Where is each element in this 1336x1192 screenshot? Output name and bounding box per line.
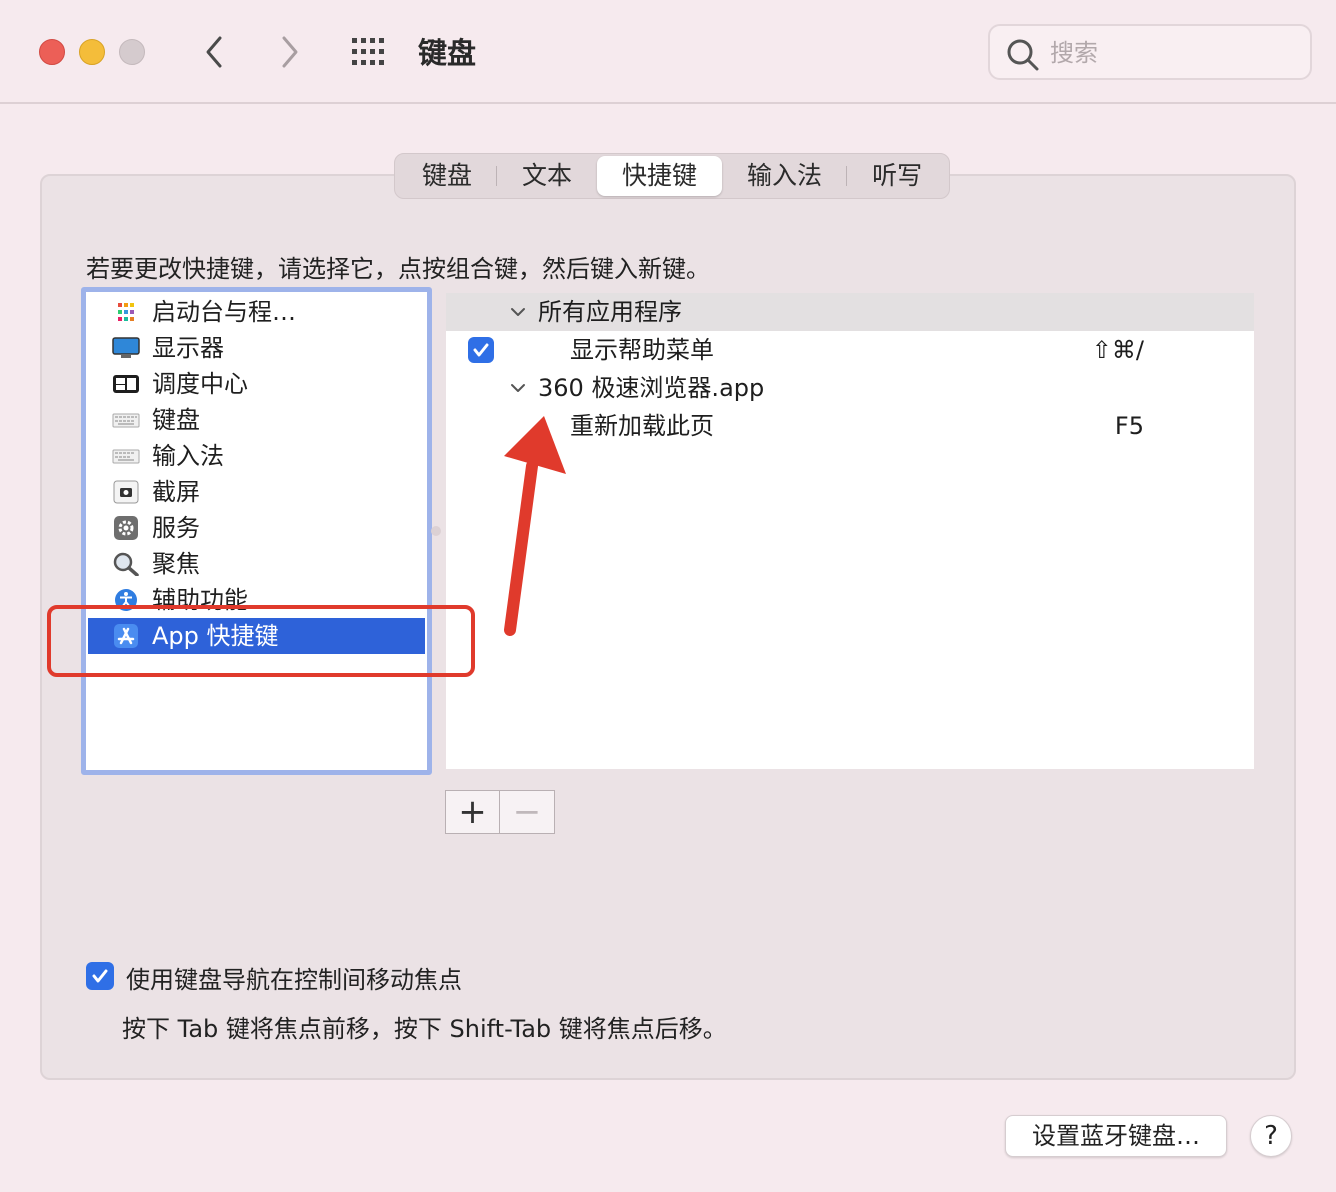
title-bar: 键盘 — [0, 0, 1336, 104]
tab-keyboard[interactable]: 键盘 — [397, 156, 498, 196]
screenshot-icon — [113, 480, 139, 504]
shortcut-keys[interactable]: ⇧⌘/ — [1092, 331, 1144, 369]
annotation-highlight-box — [47, 605, 475, 677]
shortcut-enabled-checkbox[interactable] — [468, 337, 494, 363]
category-label: 输入法 — [152, 442, 224, 470]
minimize-window-button[interactable] — [79, 39, 105, 65]
input-method-icon — [112, 449, 140, 464]
close-window-button[interactable] — [39, 39, 65, 65]
annotation-arrow-icon — [504, 416, 566, 636]
category-label: 截屏 — [152, 478, 200, 506]
keyboard-navigation-checkbox[interactable] — [86, 962, 114, 990]
category-mission-control[interactable]: 调度中心 — [88, 366, 425, 402]
add-remove-control: + − — [445, 790, 555, 834]
chevron-down-icon — [511, 308, 525, 316]
chevron-right-icon — [282, 36, 298, 68]
category-keyboard[interactable]: 键盘 — [88, 402, 425, 438]
keyboard-navigation-description: 按下 Tab 键将焦点前移，按下 Shift-Tab 键将焦点后移。 — [122, 1015, 727, 1043]
shortcut-row[interactable]: 显示帮助菜单 ⇧⌘/ — [446, 331, 1254, 369]
forward-button[interactable] — [270, 30, 310, 74]
category-displays[interactable]: 显示器 — [88, 330, 425, 366]
category-launchpad[interactable]: 启动台与程… — [88, 294, 425, 330]
launchpad-icon — [118, 303, 134, 321]
search-input[interactable] — [1050, 36, 1290, 70]
instruction-text: 若要更改快捷键，请选择它，点按组合键，然后键入新键。 — [86, 255, 710, 283]
shortcut-label: 显示帮助菜单 — [570, 336, 714, 364]
group-row-all-apps[interactable]: 所有应用程序 — [446, 293, 1254, 331]
category-label: 显示器 — [152, 334, 224, 362]
category-label: 键盘 — [152, 406, 200, 434]
category-label: 调度中心 — [152, 370, 248, 398]
shortcut-keys[interactable]: F5 — [1115, 407, 1144, 445]
add-shortcut-button[interactable]: + — [446, 791, 500, 833]
checkmark-icon — [473, 343, 489, 357]
category-label: 服务 — [152, 514, 200, 542]
group-name: 360 极速浏览器.app — [538, 374, 765, 402]
remove-shortcut-button[interactable]: − — [500, 791, 554, 833]
help-button[interactable]: ? — [1250, 1115, 1292, 1157]
tab-input-sources[interactable]: 输入法 — [722, 156, 848, 196]
category-label: 启动台与程… — [152, 298, 296, 326]
back-button[interactable] — [196, 30, 236, 74]
setup-bluetooth-keyboard-button[interactable]: 设置蓝牙键盘… — [1005, 1115, 1227, 1157]
group-name: 所有应用程序 — [538, 298, 682, 326]
window-title: 键盘 — [418, 36, 477, 70]
shortcut-category-list[interactable]: 启动台与程… 显示器 调度中心 键盘 输入法 截屏 服务 聚焦 辅助功能 App… — [81, 287, 432, 775]
tab-bar: 键盘 文本 快捷键 输入法 听写 — [394, 153, 951, 199]
magnifier-icon — [113, 552, 139, 576]
gear-icon — [114, 516, 138, 540]
search-icon — [1007, 39, 1039, 71]
category-screenshots[interactable]: 截屏 — [88, 474, 425, 510]
display-icon — [112, 337, 140, 358]
tab-text[interactable]: 文本 — [497, 156, 597, 196]
mission-control-icon — [113, 375, 139, 393]
grid-icon — [352, 38, 384, 65]
shortcut-label: 重新加载此页 — [570, 412, 714, 440]
split-divider-handle[interactable] — [431, 526, 441, 536]
tab-shortcuts[interactable]: 快捷键 — [597, 156, 723, 196]
category-spotlight[interactable]: 聚焦 — [88, 546, 425, 582]
checkmark-icon — [92, 969, 108, 983]
keyboard-icon — [112, 413, 140, 428]
category-input-sources[interactable]: 输入法 — [88, 438, 425, 474]
chevron-down-icon — [511, 384, 525, 392]
search-field[interactable] — [988, 24, 1312, 80]
tab-dictation[interactable]: 听写 — [847, 156, 947, 196]
keyboard-navigation-label[interactable]: 使用键盘导航在控制间移动焦点 — [126, 960, 462, 995]
show-all-button[interactable] — [350, 36, 390, 68]
zoom-window-button[interactable] — [119, 39, 145, 65]
group-row-360-browser[interactable]: 360 极速浏览器.app — [446, 369, 1254, 407]
category-label: 聚焦 — [152, 550, 200, 578]
category-services[interactable]: 服务 — [88, 510, 425, 546]
chevron-left-icon — [206, 36, 222, 68]
